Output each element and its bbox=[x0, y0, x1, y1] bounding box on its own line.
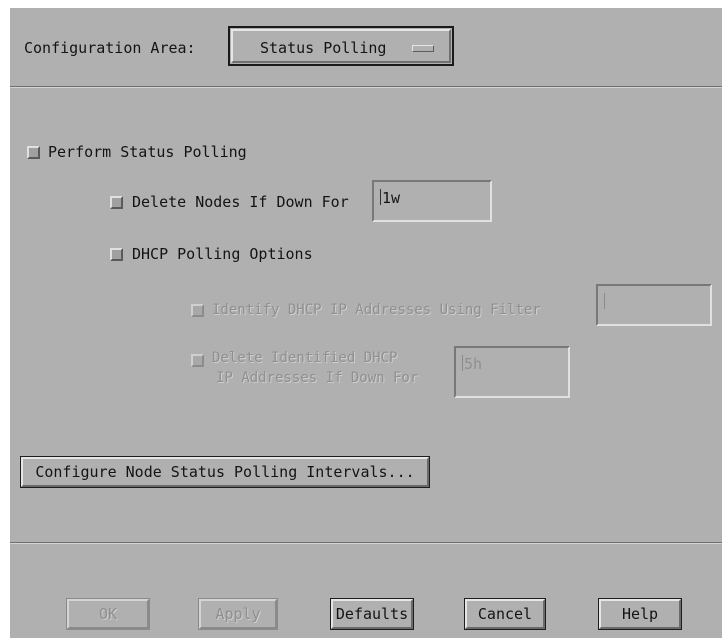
delete-nodes-checkbox[interactable] bbox=[110, 196, 123, 209]
configuration-area-menu[interactable]: Status Polling bbox=[228, 26, 454, 66]
help-button[interactable]: Help bbox=[598, 598, 682, 630]
delete-nodes-duration-field[interactable]: 1w bbox=[372, 180, 492, 222]
identify-dhcp-checkbox[interactable] bbox=[191, 304, 204, 317]
configuration-area-label: Configuration Area: bbox=[24, 39, 196, 57]
dhcp-polling-options-label: DHCP Polling Options bbox=[132, 245, 313, 263]
delete-identified-dhcp-label-line2: IP Addresses If Down For bbox=[216, 370, 419, 386]
footer-divider bbox=[10, 542, 722, 544]
status-polling-dialog: Configuration Area: Status Polling Perfo… bbox=[10, 8, 722, 638]
text-cursor bbox=[604, 293, 605, 309]
delete-nodes-label: Delete Nodes If Down For bbox=[132, 193, 349, 211]
apply-button[interactable]: Apply bbox=[198, 598, 278, 630]
option-menu-indicator-icon bbox=[412, 45, 434, 52]
configure-polling-intervals-button[interactable]: Configure Node Status Polling Intervals.… bbox=[20, 456, 430, 488]
top-divider bbox=[10, 86, 722, 88]
dhcp-polling-options-checkbox[interactable] bbox=[110, 248, 123, 261]
text-cursor bbox=[380, 189, 381, 205]
delete-identified-dhcp-checkbox[interactable] bbox=[191, 354, 204, 367]
delete-identified-dhcp-duration-field[interactable]: 5h bbox=[454, 346, 570, 398]
delete-identified-dhcp-label-line1: Delete Identified DHCP bbox=[212, 350, 398, 366]
defaults-button[interactable]: Defaults bbox=[330, 598, 414, 630]
perform-status-polling-label: Perform Status Polling bbox=[48, 143, 247, 161]
cancel-button[interactable]: Cancel bbox=[464, 598, 546, 630]
configuration-area-value: Status Polling bbox=[260, 39, 387, 57]
identify-dhcp-label: Identify DHCP IP Addresses Using Filter bbox=[212, 302, 541, 318]
text-cursor bbox=[462, 355, 463, 371]
perform-status-polling-checkbox[interactable] bbox=[27, 146, 40, 159]
identify-dhcp-filter-field[interactable] bbox=[596, 284, 712, 326]
ok-button[interactable]: OK bbox=[66, 598, 150, 630]
